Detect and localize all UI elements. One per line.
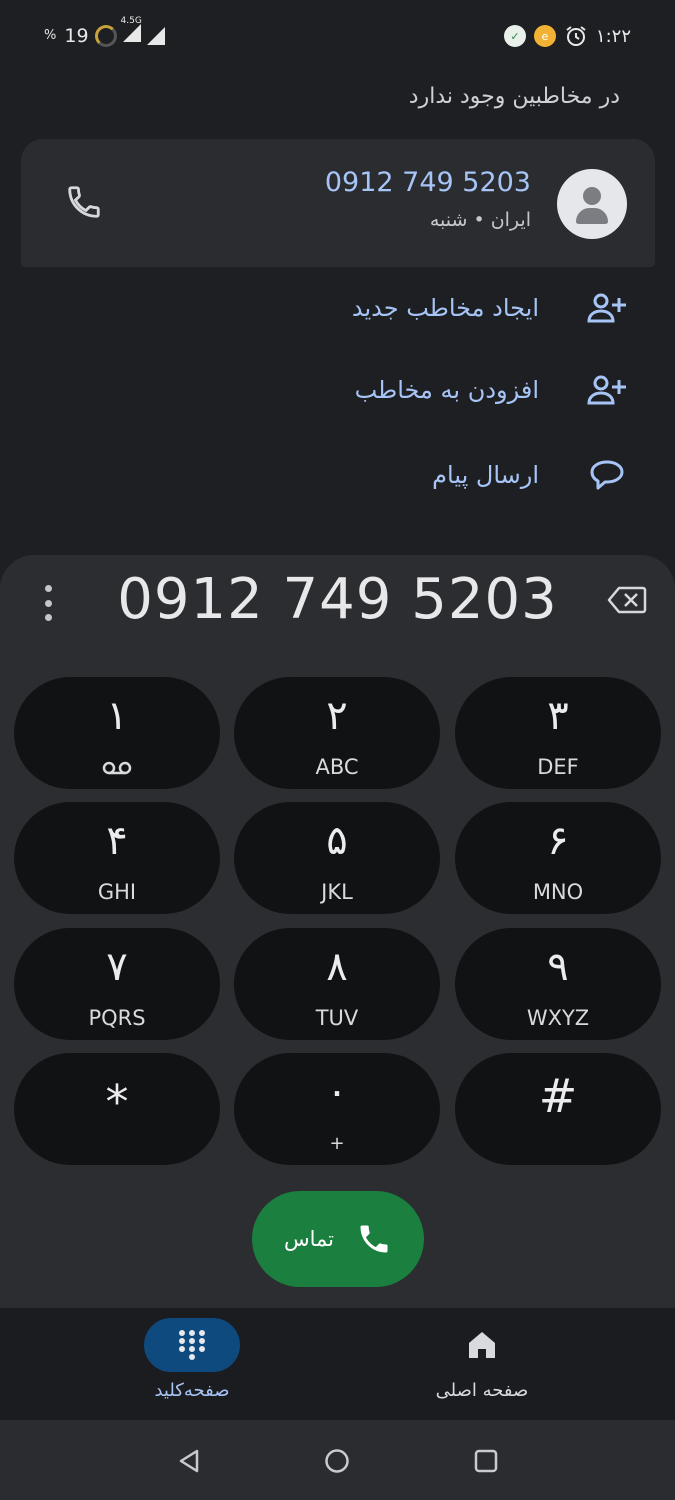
nav-home[interactable]: صفحه اصلی [382,1318,582,1401]
phone-icon[interactable] [65,183,103,221]
key-8[interactable]: ۸ TUV [234,928,440,1040]
network-type: 4.5G [120,16,142,26]
key-6[interactable]: ۶ MNO [455,802,661,914]
mobile-signal-icon: 4.5G [121,16,142,47]
add-person-icon [585,290,629,326]
system-navigation-bar [0,1420,675,1500]
key-3[interactable]: ۳ DEF [455,677,661,789]
key-letters: PQRS [88,1006,146,1030]
signal-strength-icon [146,26,165,45]
battery-percent-sign: % [44,28,57,43]
key-letters: ABC [315,755,359,779]
nav-keypad[interactable]: صفحه‌کلید [92,1318,292,1401]
home-circle-icon[interactable] [320,1444,354,1478]
call-button[interactable]: تماس [252,1191,424,1287]
key-7[interactable]: ۷ PQRS [14,928,220,1040]
send-message-label: ارسال پیام [432,461,539,489]
key-digit: ۷ [106,944,128,990]
add-person-icon [585,372,629,408]
phone-icon [360,1225,388,1253]
create-contact-action[interactable]: ایجاد مخاطب جدید [352,290,629,326]
clock: ۱:۲۲ [595,25,631,47]
key-2[interactable]: ۲ ABC [234,677,440,789]
backspace-icon[interactable] [607,585,647,615]
key-star[interactable]: * [14,1053,220,1165]
home-tab-label: صفحه اصلی [435,1380,529,1401]
create-contact-label: ایجاد مخاطب جدید [351,294,539,322]
status-bar: % 19 4.5G ✓ e ۱:۲۲ [0,0,675,76]
key-digit: ۰ [326,1069,348,1115]
dialpad-panel: 0912 749 5203 ۱ ۲ ABC ۳ DEF ۴ GHI ۵ JKL … [0,555,675,1308]
not-in-contacts-label: در مخاطبین وجود ندارد [408,84,620,109]
battery-percent: 19 [64,24,89,47]
key-digit: ۸ [326,944,348,990]
app-notification-icon: ✓ [503,25,526,47]
key-digit: ۲ [326,693,348,739]
add-to-contact-label: افزودن به مخاطب [354,376,539,404]
number-result-card[interactable]: 0912 749 5203 ایران • شنبه [21,139,655,267]
key-digit: ۹ [547,944,569,990]
recents-icon[interactable] [469,1444,503,1478]
result-subtitle: ایران • شنبه [429,209,531,231]
key-letters: WXYZ [526,1006,590,1030]
key-digit: * [105,1075,129,1129]
key-5[interactable]: ۵ JKL [234,802,440,914]
key-digit: ۵ [326,818,348,864]
alarm-icon [566,26,586,46]
key-letters: MNO [532,880,584,904]
key-0[interactable]: ۰ + [234,1053,440,1165]
back-icon[interactable] [172,1444,206,1478]
voicemail-icon [102,761,132,775]
key-1[interactable]: ۱ [14,677,220,789]
key-hash[interactable]: # [455,1053,661,1165]
key-letters: DEF [537,755,579,779]
keypad-tab-pill [144,1318,240,1372]
send-message-action[interactable]: ارسال پیام [432,457,629,493]
key-digit: ۱ [106,693,128,739]
key-9[interactable]: ۹ WXYZ [455,928,661,1040]
dialpad-icon [179,1330,205,1360]
key-letters: TUV [315,1006,359,1030]
battery-ring-icon [94,24,117,47]
key-letters: GHI [97,880,137,904]
key-digit: ۳ [547,693,569,739]
add-to-contact-action[interactable]: افزودن به مخاطب [355,372,629,408]
key-4[interactable]: ۴ GHI [14,802,220,914]
home-icon [469,1332,495,1358]
key-letters: + [329,1133,345,1154]
home-tab-pill [434,1318,530,1372]
key-digit: ۴ [106,818,128,864]
keypad-tab-label: صفحه‌کلید [154,1380,230,1401]
avatar [557,169,627,239]
key-letters: JKL [321,880,353,904]
dialed-number[interactable]: 0912 749 5203 [0,567,675,632]
key-digit: # [538,1069,578,1123]
bottom-navigation: صفحه‌کلید صفحه اصلی [0,1308,675,1420]
app-notification-icon-2: e [533,25,556,47]
message-bubble-icon [585,457,629,493]
result-number: 0912 749 5203 [324,167,531,198]
call-label: تماس [283,1227,335,1251]
key-digit: ۶ [547,818,569,864]
